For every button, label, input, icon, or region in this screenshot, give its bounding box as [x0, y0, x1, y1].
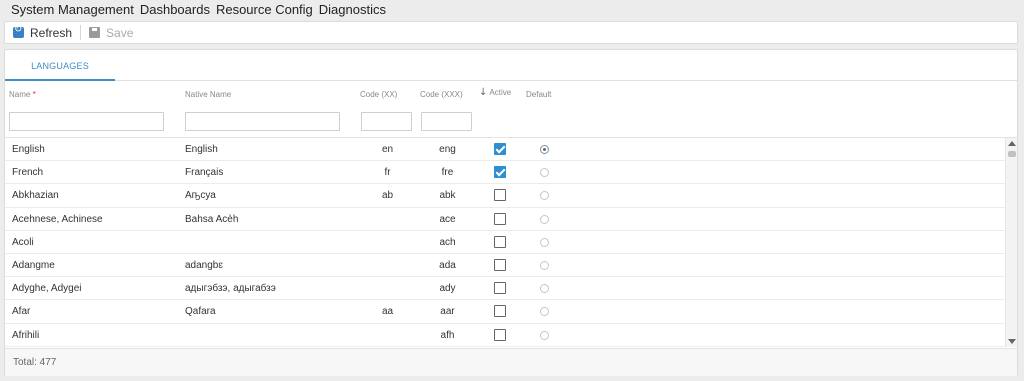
active-checkbox[interactable] — [494, 328, 506, 341]
header-default[interactable]: Default — [526, 90, 551, 99]
filter-code-xxx-input[interactable] — [421, 112, 472, 131]
active-checkbox[interactable] — [494, 305, 506, 318]
cell-code-xxx: ace — [439, 213, 456, 225]
table-row[interactable]: Afar Qafara aa aar — [5, 300, 1005, 324]
header-name[interactable]: Name * — [9, 90, 36, 99]
cell-name: Abkhazian — [12, 190, 59, 202]
menu-bar: System Management Dashboards Resource Co… — [0, 0, 1024, 18]
menu-resource-config[interactable]: Resource Config — [216, 2, 313, 17]
cell-name: Acehnese, Achinese — [12, 213, 103, 225]
save-button[interactable]: Save — [81, 22, 141, 43]
default-radio[interactable] — [540, 307, 549, 317]
save-icon — [89, 27, 101, 38]
cell-name: Adyghe, Adygei — [12, 283, 82, 295]
cell-code-xxx: ach — [439, 236, 456, 248]
refresh-button[interactable]: Refresh — [5, 22, 80, 43]
languages-panel: LANGUAGES Name * Native Name Code (XX) C… — [4, 49, 1018, 376]
table-row[interactable]: Acoli ach — [5, 231, 1005, 254]
table-row[interactable]: Afrihili afh — [5, 324, 1005, 347]
header-name-label: Name — [9, 90, 31, 99]
vertical-scrollbar[interactable] — [1005, 138, 1017, 347]
required-marker: * — [32, 90, 36, 99]
filter-name-input[interactable] — [9, 112, 164, 131]
language-rows: English English en eng French Français fr fre Ab… — [5, 138, 1005, 347]
cell-code-xxx: afh — [440, 329, 455, 341]
cell-code-xxx: ady — [439, 283, 456, 295]
sort-down-icon: ↓ — [479, 87, 488, 98]
cell-code-xx: fr — [384, 167, 391, 179]
cell-name: Acoli — [12, 236, 34, 248]
toolbar: Refresh Save — [4, 21, 1018, 44]
menu-diagnostics[interactable]: Diagnostics — [319, 2, 386, 17]
table-row[interactable]: French Français fr fre — [5, 161, 1005, 185]
active-checkbox[interactable] — [494, 189, 506, 202]
table-row[interactable]: English English en eng — [5, 138, 1005, 162]
header-active-label: Active — [489, 88, 512, 97]
cell-code-xxx: aar — [440, 306, 455, 318]
active-checkbox[interactable] — [494, 282, 506, 295]
cell-native-name: адыгэбзэ, адыгабзэ — [185, 283, 276, 295]
default-radio[interactable] — [540, 284, 549, 294]
refresh-label: Refresh — [30, 25, 73, 40]
tab-bar: LANGUAGES — [5, 50, 1017, 81]
cell-code-xxx: ada — [439, 259, 456, 271]
active-checkbox[interactable] — [494, 258, 506, 271]
save-label: Save — [106, 25, 134, 40]
default-radio[interactable] — [540, 260, 549, 270]
active-checkbox[interactable] — [494, 143, 506, 155]
menu-system-management[interactable]: System Management — [11, 2, 134, 17]
scroll-thumb[interactable] — [1008, 151, 1016, 157]
cell-native-name: English — [185, 144, 218, 155]
default-radio[interactable] — [540, 145, 549, 154]
table-row[interactable]: Abkhazian Аҧсуа ab abk — [5, 184, 1005, 208]
header-active[interactable]: ↓ Active — [479, 87, 511, 98]
cell-native-name: Аҧсуа — [185, 190, 216, 202]
cell-native-name: Français — [185, 167, 224, 179]
header-code-xxx[interactable]: Code (XXX) — [420, 90, 463, 99]
table-row[interactable]: Acehnese, Achinese Bahsa Acèh ace — [5, 208, 1005, 231]
table-row[interactable]: Adyghe, Adygei адыгэбзэ, адыгабзэ ady — [5, 277, 1005, 301]
cell-native-name: Qafara — [185, 306, 216, 318]
cell-name: Afar — [12, 306, 31, 318]
default-radio[interactable] — [540, 168, 549, 178]
cell-code-xxx: eng — [439, 144, 456, 155]
refresh-icon — [13, 24, 24, 38]
cell-code-xxx: fre — [441, 167, 454, 179]
cell-name: Adangme — [12, 259, 55, 271]
scroll-up-icon[interactable] — [1008, 141, 1016, 146]
menu-dashboards[interactable]: Dashboards — [140, 2, 210, 17]
cell-code-xxx: abk — [439, 190, 456, 202]
active-checkbox[interactable] — [494, 235, 506, 248]
filter-code-xx-input[interactable] — [361, 112, 412, 131]
default-radio[interactable] — [540, 214, 549, 224]
active-checkbox[interactable] — [494, 212, 506, 225]
cell-name: Afrihili — [12, 329, 40, 341]
table-row[interactable]: Adangme adangbɛ ada — [5, 254, 1005, 278]
cell-name: French — [12, 167, 44, 179]
header-code-xx[interactable]: Code (XX) — [360, 90, 397, 99]
filter-native-input[interactable] — [185, 112, 340, 131]
cell-code-xx: en — [381, 144, 394, 155]
cell-code-xx: aa — [381, 306, 394, 318]
default-radio[interactable] — [540, 330, 549, 340]
cell-native-name: Bahsa Acèh — [185, 213, 239, 225]
active-checkbox[interactable] — [494, 166, 506, 179]
cell-code-xx: ab — [381, 190, 394, 202]
default-radio[interactable] — [540, 237, 549, 247]
cell-name: English — [12, 144, 45, 155]
default-radio[interactable] — [540, 191, 549, 201]
scroll-down-icon[interactable] — [1008, 339, 1016, 344]
tab-languages[interactable]: LANGUAGES — [5, 50, 115, 81]
grid-footer: Total: 477 — [5, 348, 1017, 376]
total-count: Total: 477 — [13, 357, 57, 368]
cell-native-name: adangbɛ — [185, 259, 223, 271]
header-native-name[interactable]: Native Name — [185, 90, 231, 99]
